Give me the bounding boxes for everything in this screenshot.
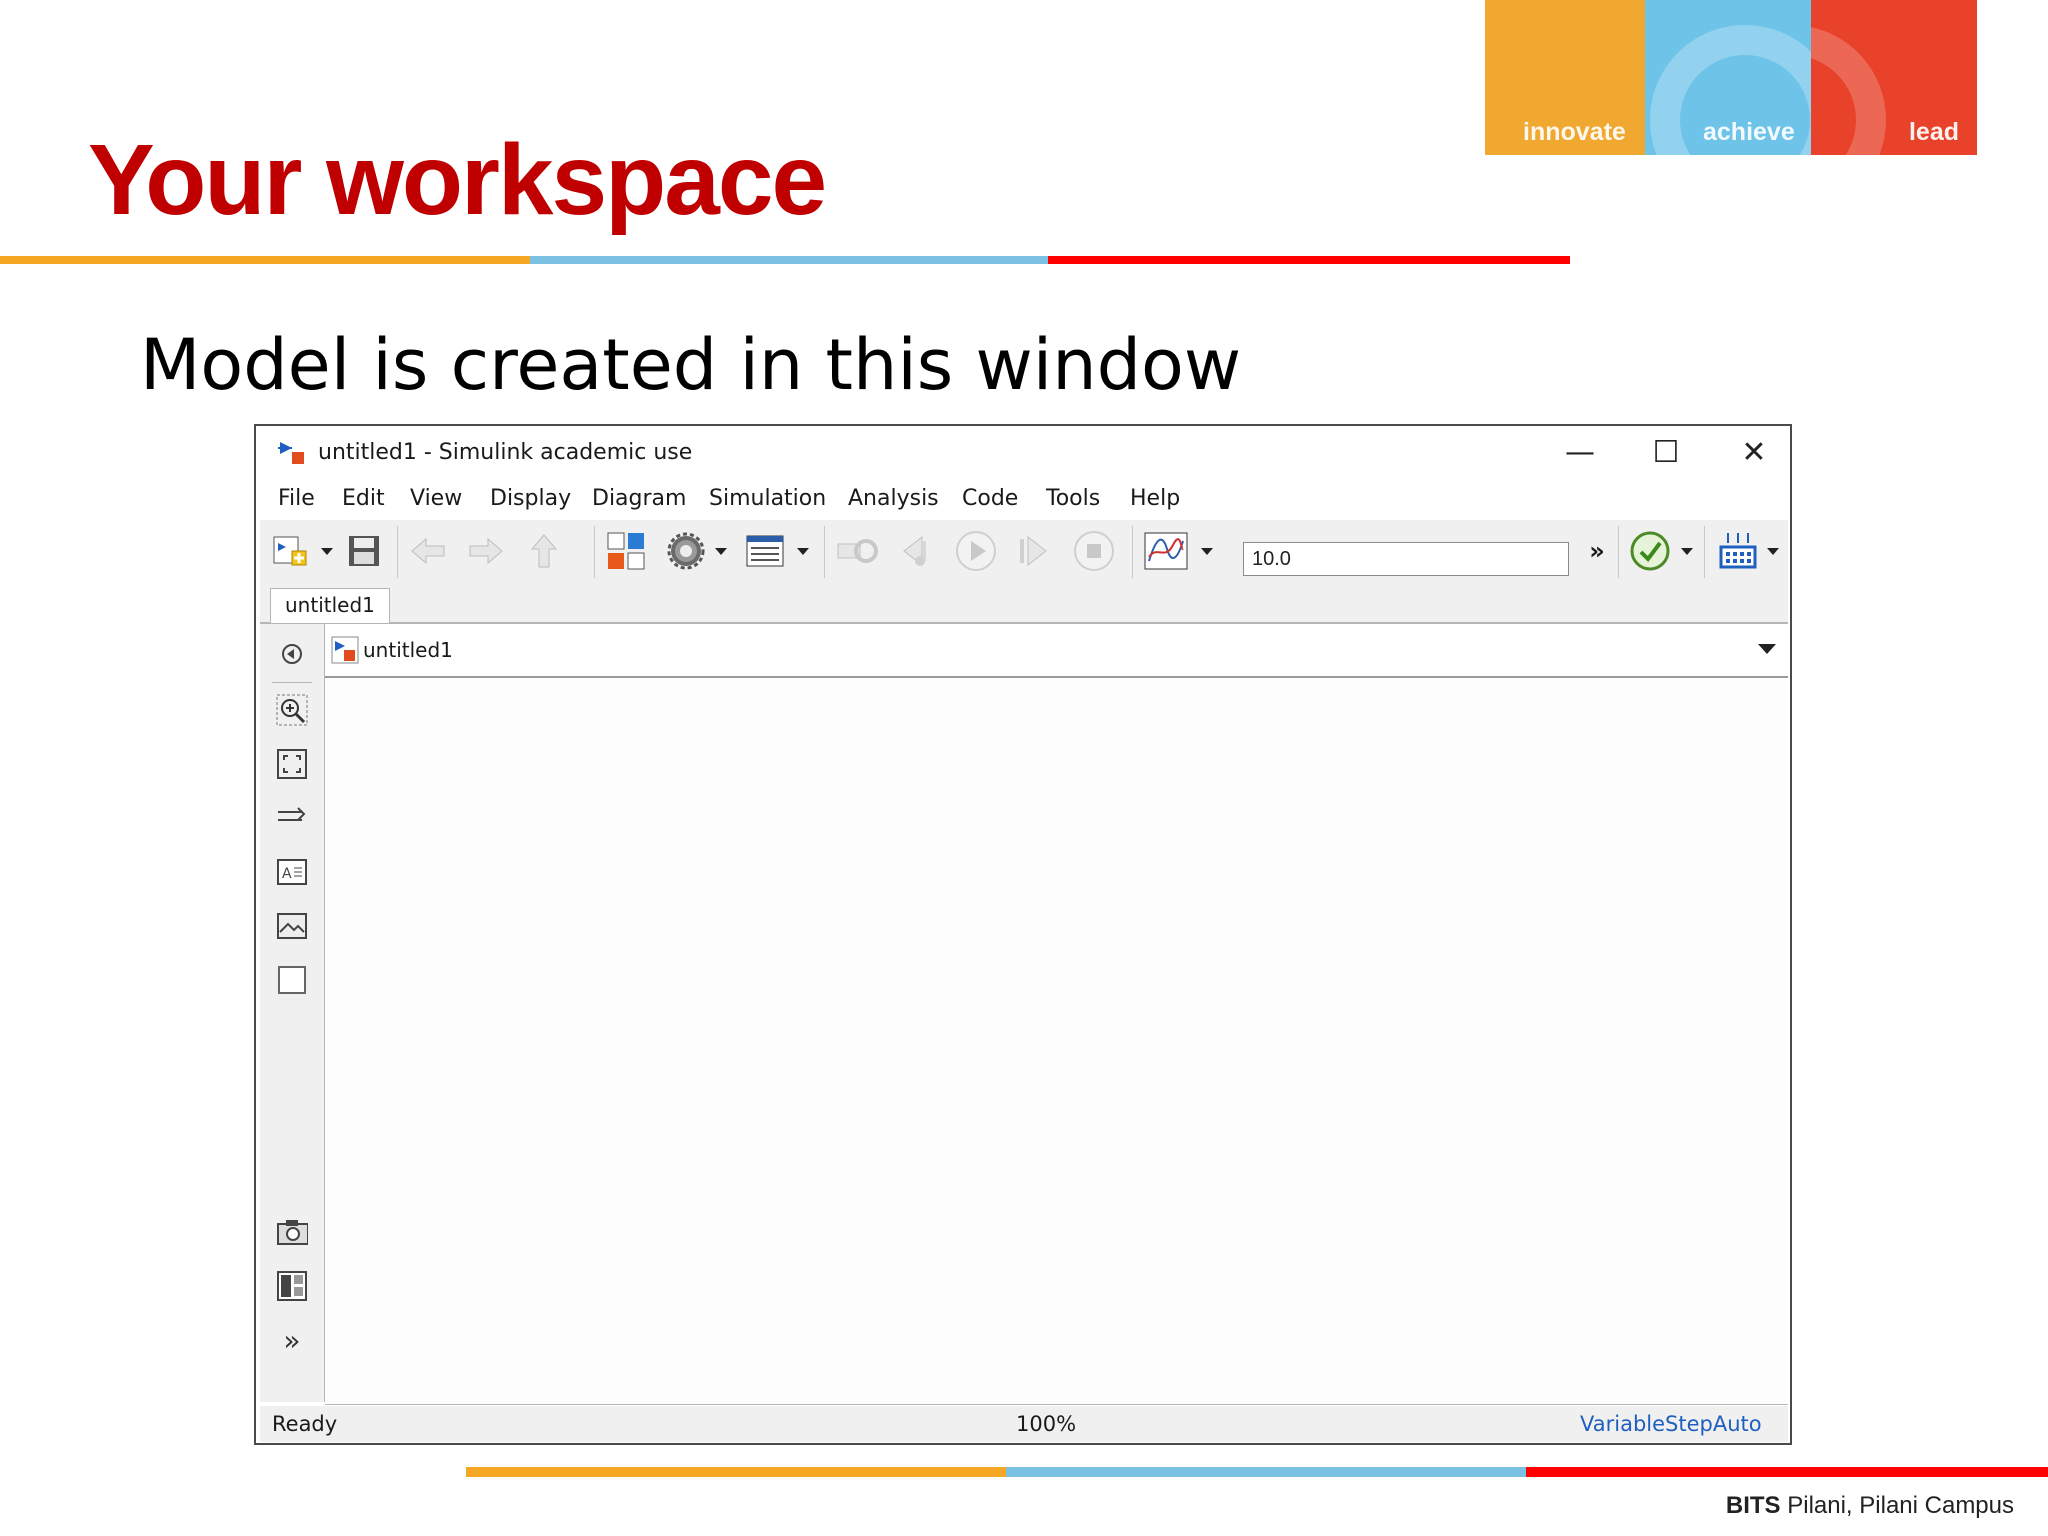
camera-icon[interactable] [276,1216,308,1248]
stop-time-input[interactable] [1243,542,1569,576]
step-forward-icon[interactable] [1012,532,1052,570]
simulink-app-icon [278,442,304,464]
breadcrumb-dropdown[interactable] [1758,644,1776,654]
menu-tools[interactable]: Tools [1046,486,1100,511]
refresh-icon[interactable] [836,532,880,570]
breadcrumb-model[interactable]: untitled1 [363,638,453,662]
save-icon[interactable] [344,532,384,570]
menu-analysis[interactable]: Analysis [848,486,939,511]
expand-palette-icon[interactable]: » [276,1324,308,1357]
annotation-icon[interactable]: A [276,856,308,888]
up-icon[interactable] [524,532,564,570]
logo-lead-label: lead [1908,118,1959,146]
scope-icon[interactable] [1142,532,1190,570]
menu-display[interactable]: Display [490,486,571,511]
logo-achieve: achieve [1645,0,1811,155]
arrange-icon[interactable] [276,802,308,834]
scope-dropdown[interactable] [1200,532,1214,570]
forward-icon[interactable] [466,532,506,570]
stripe-blue [530,256,1048,264]
simulink-window: untitled1 - Simulink academic use — ☐ ✕ … [254,424,1792,1445]
build-dropdown[interactable] [1766,532,1780,570]
status-zoom: 100% [1016,1412,1077,1436]
footer-bits: BITS [1725,1492,1781,1519]
slide-title: Your workspace [88,124,827,236]
minimize-button[interactable]: — [1550,432,1610,472]
close-button[interactable]: ✕ [1724,432,1784,472]
check-dropdown[interactable] [1680,532,1694,570]
tab-untitled1[interactable]: untitled1 [270,588,390,623]
stop-icon[interactable] [1072,531,1116,571]
model-explorer-icon[interactable] [744,532,786,570]
run-icon[interactable] [954,531,998,571]
title-bar[interactable]: untitled1 - Simulink academic use — ☐ ✕ [256,426,1790,476]
toolbar-overflow-button[interactable]: » [1584,532,1610,570]
new-model-dropdown[interactable] [320,532,334,570]
stripe-red [1048,256,1570,264]
footer-stripe-red [1526,1467,2048,1477]
build-icon[interactable] [1716,532,1760,570]
menu-code[interactable]: Code [962,486,1018,511]
logo-innovate-label: innovate [1523,118,1626,146]
address-bar: untitled1 [325,624,1788,678]
model-canvas[interactable] [325,678,1788,1405]
area-icon[interactable] [276,964,308,996]
menu-diagram[interactable]: Diagram [592,486,686,511]
menu-file[interactable]: File [278,486,315,511]
footer-stripe-orange [466,1467,1006,1477]
toolbar: » [260,520,1788,583]
model-breadcrumb-icon [331,636,359,664]
library-browser-icon[interactable] [604,532,648,570]
menu-edit[interactable]: Edit [342,486,385,511]
fit-to-view-icon[interactable] [276,748,308,780]
footer-campus-name: Pilani, Pilani Campus [1780,1492,2014,1519]
footer-campus: BITS Pilani, Pilani Campus [1726,1492,2014,1520]
step-back-icon[interactable] [894,532,934,570]
zoom-icon[interactable] [276,694,308,726]
palette-divider [272,682,312,683]
back-icon[interactable] [408,532,448,570]
logo-lead: lead [1811,0,1977,155]
menu-view[interactable]: View [410,486,462,511]
logo-innovate: innovate [1485,0,1645,155]
footer-stripe-blue [1006,1467,1526,1477]
model-explorer-dropdown[interactable] [796,532,810,570]
window-title: untitled1 - Simulink academic use [318,440,693,465]
status-ready: Ready [272,1412,338,1436]
tab-strip: untitled1 [260,582,1788,624]
slide-subtitle: Model is created in this window [140,324,1242,406]
menu-simulation[interactable]: Simulation [709,486,826,511]
image-icon[interactable] [276,910,308,942]
menu-help[interactable]: Help [1130,486,1180,511]
menu-bar: File Edit View Display Diagram Simulatio… [256,478,1790,518]
hide-browser-icon[interactable] [276,638,308,670]
status-bar: Ready 100% VariableStepAuto [260,1406,1788,1442]
check-icon[interactable] [1628,531,1672,571]
logo-achieve-label: achieve [1703,118,1795,146]
svg-text:A: A [282,866,292,882]
stripe-orange [0,256,530,264]
brand-logo: innovate achieve lead [1485,0,1977,155]
model-config-icon[interactable] [666,532,706,570]
left-palette: A » [260,624,325,1402]
status-solver[interactable]: VariableStepAuto [1580,1412,1762,1436]
new-model-icon[interactable] [270,532,310,570]
model-config-dropdown[interactable] [714,532,728,570]
maximize-button[interactable]: ☐ [1636,432,1696,472]
model-browser-icon[interactable] [276,1270,308,1302]
